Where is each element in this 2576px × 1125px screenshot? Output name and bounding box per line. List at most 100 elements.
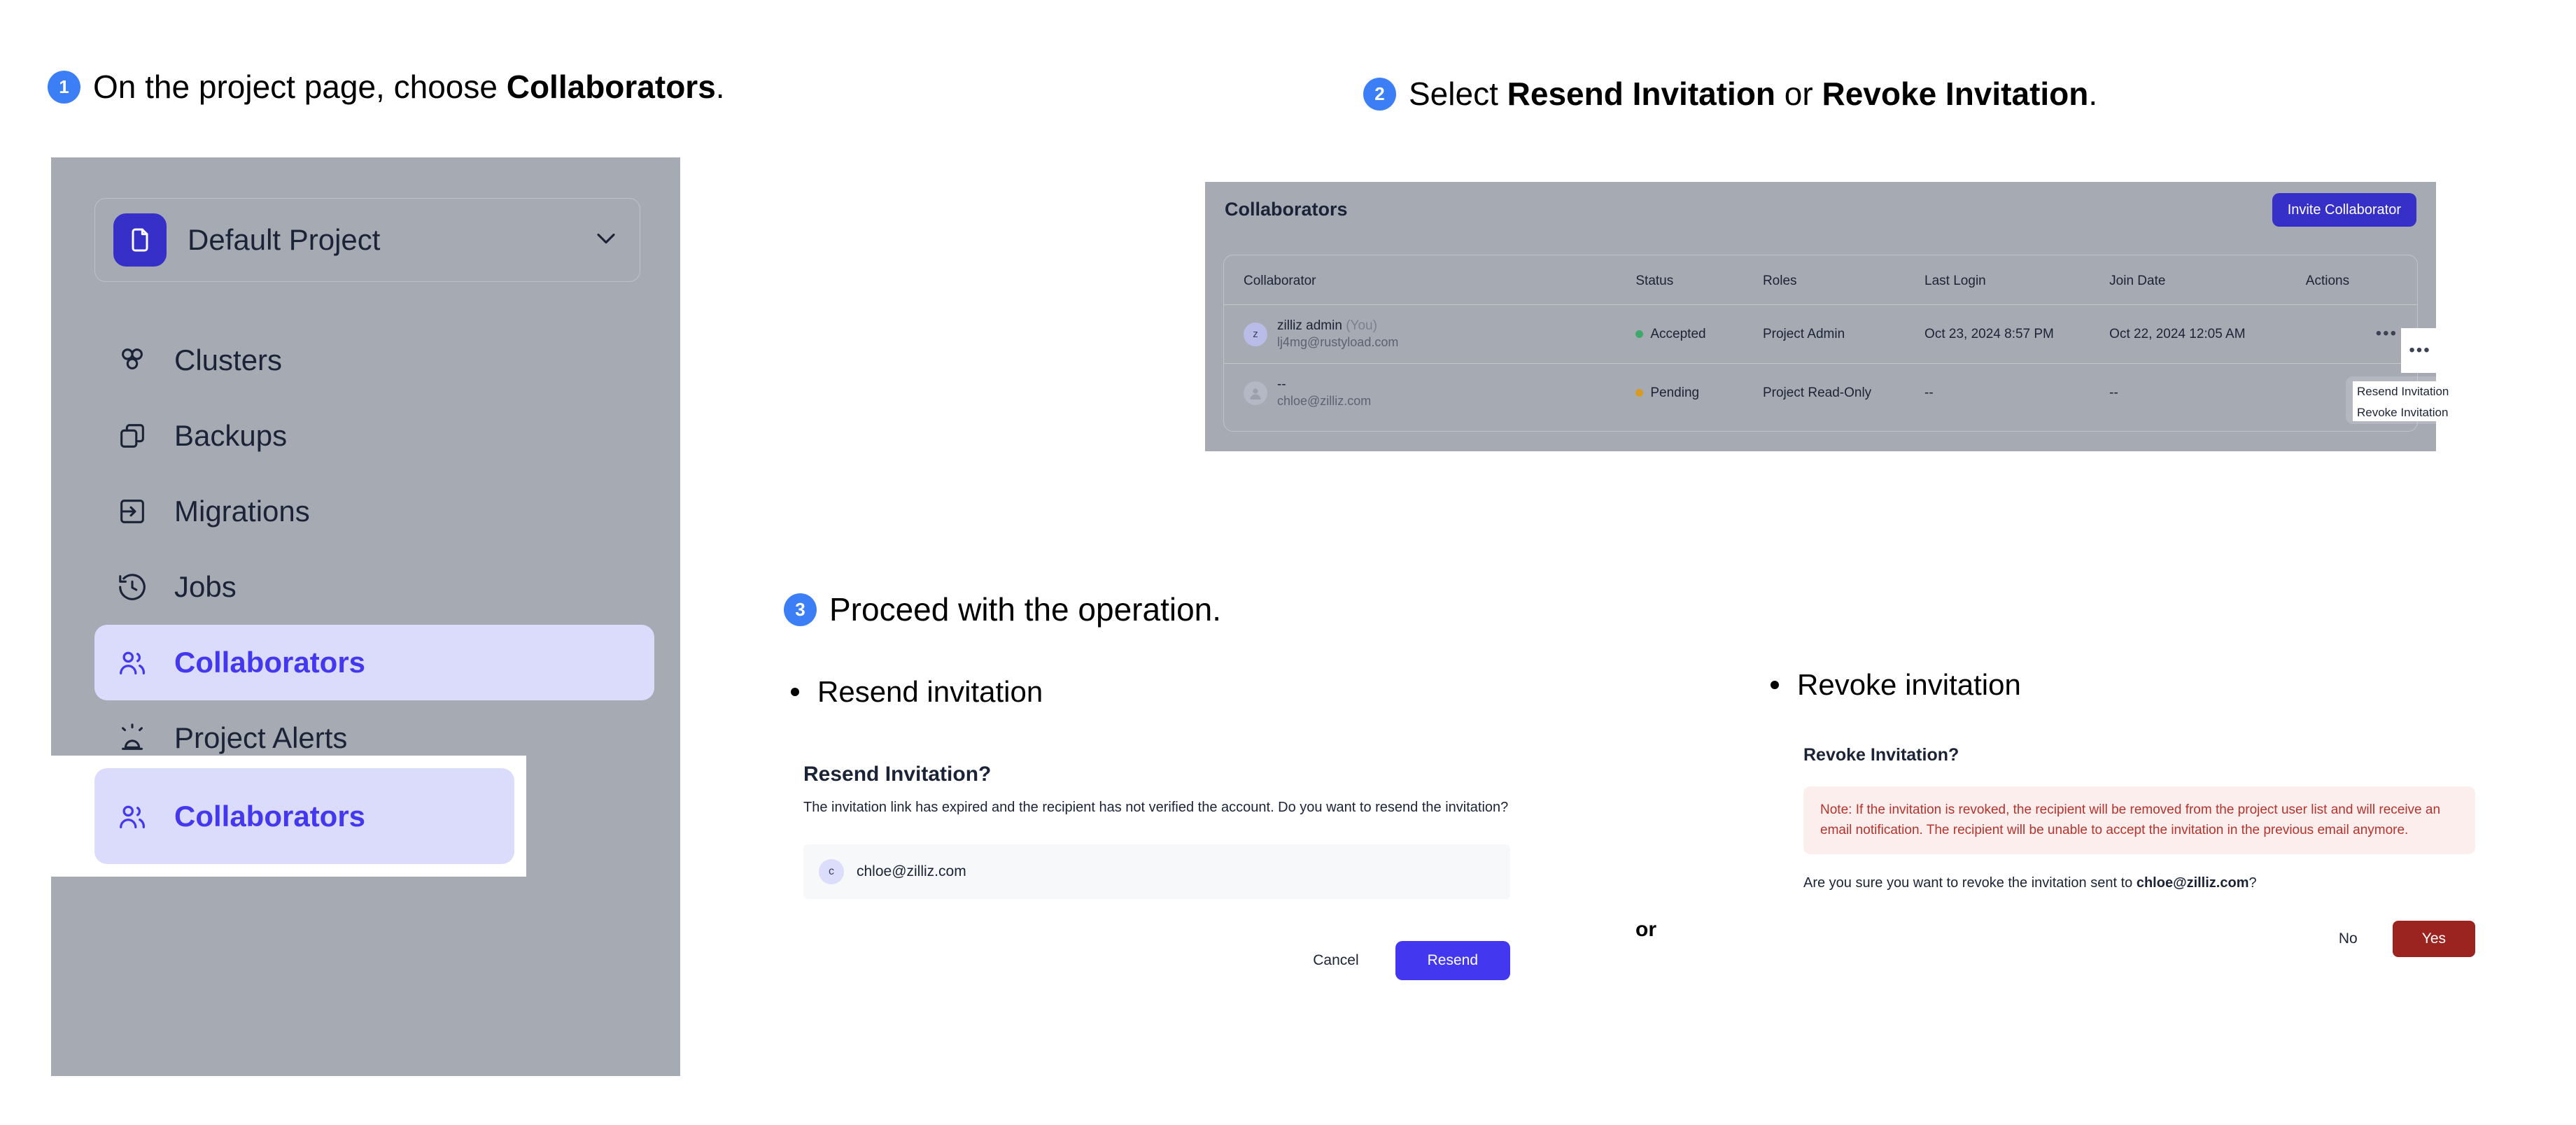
- col-roles: Roles: [1762, 255, 1925, 305]
- revoke-dialog-title: Revoke Invitation?: [1803, 745, 1959, 765]
- step-2-text: Select Resend Invitation or Revoke Invit…: [1409, 76, 2097, 113]
- resend-dialog-body: The invitation link has expired and the …: [803, 800, 1509, 815]
- step-2-badge: 2: [1363, 77, 1396, 111]
- step-2-heading: 2 Select Resend Invitation or Revoke Inv…: [1363, 76, 2097, 113]
- avatar: z: [1244, 322, 1267, 346]
- cell-role: Project Admin: [1762, 304, 1925, 365]
- status-text: Pending: [1650, 385, 1700, 400]
- sidebar-label-collaborators: Collaborators: [174, 799, 366, 833]
- status-dot-accepted: [1635, 330, 1644, 339]
- sidebar-label-clusters: Clusters: [174, 344, 283, 376]
- user-name-text: zilliz admin: [1277, 318, 1342, 333]
- step-3-badge: 3: [784, 593, 817, 626]
- actions-dropdown-menu: Resend Invitation Revoke Invitation: [2353, 381, 2449, 423]
- migrations-icon: [114, 493, 150, 530]
- sidebar-screenshot: Default Project Clusters Backups Migrati…: [51, 157, 680, 1076]
- backups-icon: [114, 418, 150, 454]
- invite-collaborator-button[interactable]: Invite Collaborator: [2272, 193, 2416, 227]
- resend-recipient-email: chloe@zilliz.com: [857, 863, 966, 879]
- table-header-row: Collaborator Status Roles Last Login Joi…: [1224, 255, 2417, 305]
- collaborators-panel-screenshot: Collaborators Invite Collaborator Collab…: [1205, 182, 2436, 451]
- sidebar-item-jobs[interactable]: Jobs: [94, 549, 654, 625]
- sidebar-label-collaborators: Collaborators: [174, 646, 366, 679]
- sidebar-item-collaborators[interactable]: Collaborators: [94, 625, 654, 700]
- cancel-button[interactable]: Cancel: [1296, 945, 1375, 976]
- revoke-question-email: chloe@zilliz.com: [2136, 875, 2249, 891]
- step-2-suffix: .: [2088, 76, 2098, 112]
- sidebar-label-backups: Backups: [174, 419, 288, 452]
- chevron-down-icon[interactable]: [591, 223, 621, 257]
- resend-recipient-chip: c chloe@zilliz.com: [803, 844, 1510, 899]
- menu-item-resend-invitation[interactable]: Resend Invitation: [2353, 381, 2449, 402]
- revoke-question-prefix: Are you sure you want to revoke the invi…: [1803, 875, 2137, 891]
- cell-role: Project Read-Only: [1762, 385, 1872, 400]
- resend-dialog-actions: Cancel Resend: [803, 941, 1510, 980]
- step-1-heading: 1 On the project page, choose Collaborat…: [48, 69, 725, 106]
- sidebar-label-jobs: Jobs: [174, 570, 237, 603]
- table-row: -- chloe@zilliz.com Pending Project Read…: [1224, 364, 2417, 423]
- revoke-warning-note: Note: If the invitation is revoked, the …: [1803, 786, 2475, 854]
- sidebar-item-backups[interactable]: Backups: [94, 398, 654, 474]
- step-3-heading: 3 Proceed with the operation.: [784, 591, 1221, 628]
- user-name: zilliz admin (You): [1277, 318, 1398, 334]
- resend-bullet-label: Resend invitation: [817, 675, 1043, 708]
- step-1-bold: Collaborators: [506, 69, 716, 105]
- col-join-date: Join Date: [2109, 255, 2306, 305]
- revoke-dialog-actions: No Yes: [1803, 921, 2475, 957]
- sidebar-item-collaborators-highlight[interactable]: Collaborators: [94, 768, 514, 864]
- menu-item-revoke-invitation[interactable]: Revoke Invitation: [2353, 402, 2448, 423]
- collaborators-icon: [114, 644, 150, 681]
- cell-collaborator: -- chloe@zilliz.com: [1224, 364, 1635, 423]
- collaborators-table-card: Collaborator Status Roles Last Login Joi…: [1223, 255, 2418, 432]
- cell-last-login: Oct 23, 2024 8:57 PM: [1924, 304, 2110, 365]
- cell-status: Pending: [1635, 364, 1763, 423]
- revoke-question-suffix: ?: [2248, 875, 2257, 891]
- user-email: lj4mg@rustyload.com: [1277, 334, 1399, 349]
- col-actions: Actions: [2305, 255, 2417, 305]
- revoke-invitation-dialog: Revoke Invitation? Note: If the invitati…: [1803, 745, 2475, 957]
- cell-last-login: --: [1924, 385, 1934, 400]
- user-email: chloe@zilliz.com: [1277, 393, 1372, 408]
- panel-title: Collaborators: [1225, 199, 1348, 220]
- project-name: Default Project: [188, 223, 381, 256]
- resend-invitation-dialog: Resend Invitation? The invitation link h…: [803, 763, 1510, 980]
- avatar: c: [819, 859, 844, 884]
- user-name: --: [1277, 377, 1286, 392]
- no-button[interactable]: No: [2322, 924, 2374, 954]
- bullet-dot-icon: [791, 688, 799, 696]
- user-you-tag: (You): [1346, 318, 1377, 333]
- or-separator-label: or: [1635, 918, 1656, 941]
- sidebar-item-clusters[interactable]: Clusters: [94, 323, 654, 398]
- step-1-text: On the project page, choose Collaborator…: [93, 69, 725, 106]
- step-1-badge: 1: [48, 70, 80, 104]
- bullet-dot-icon: [1771, 681, 1779, 689]
- row-actions-kebab-highlight[interactable]: •••: [2401, 328, 2439, 373]
- status-text: Accepted: [1650, 326, 1706, 341]
- table-row: z zilliz admin (You) lj4mg@rustyload.com…: [1224, 304, 2417, 365]
- jobs-clock-icon: [114, 569, 150, 605]
- revoke-bullet: Revoke invitation: [1771, 668, 2021, 702]
- revoke-bullet-label: Revoke invitation: [1797, 668, 2021, 701]
- folder-icon: [113, 213, 167, 267]
- yes-button[interactable]: Yes: [2392, 921, 2475, 957]
- step-3-text: Proceed with the operation.: [829, 591, 1222, 628]
- step-2-bold-revoke: Revoke Invitation: [1822, 76, 2089, 112]
- step-2-mid: or: [1775, 76, 1822, 112]
- revoke-confirm-question: Are you sure you want to revoke the invi…: [1803, 875, 2475, 891]
- step-2-prefix: Select: [1409, 76, 1507, 112]
- kebab-menu-icon[interactable]: •••: [2376, 324, 2398, 343]
- cell-collaborator: z zilliz admin (You) lj4mg@rustyload.com: [1224, 304, 1636, 365]
- step-1-prefix: On the project page, choose: [93, 69, 507, 105]
- sidebar-nav: Clusters Backups Migrations Jobs Collabo…: [94, 323, 654, 776]
- collaborators-icon: [114, 798, 150, 835]
- step-1-suffix: .: [715, 69, 725, 105]
- cell-status: Accepted: [1635, 304, 1763, 365]
- sidebar-label-migrations: Migrations: [174, 495, 310, 528]
- project-selector[interactable]: Default Project: [94, 198, 640, 282]
- sidebar-item-migrations[interactable]: Migrations: [94, 474, 654, 549]
- alert-siren-icon: [114, 720, 150, 756]
- collaborators-table: Collaborator Status Roles Last Login Joi…: [1224, 255, 2417, 422]
- clusters-icon: [114, 342, 150, 378]
- col-status: Status: [1635, 255, 1763, 305]
- resend-button[interactable]: Resend: [1395, 941, 1510, 980]
